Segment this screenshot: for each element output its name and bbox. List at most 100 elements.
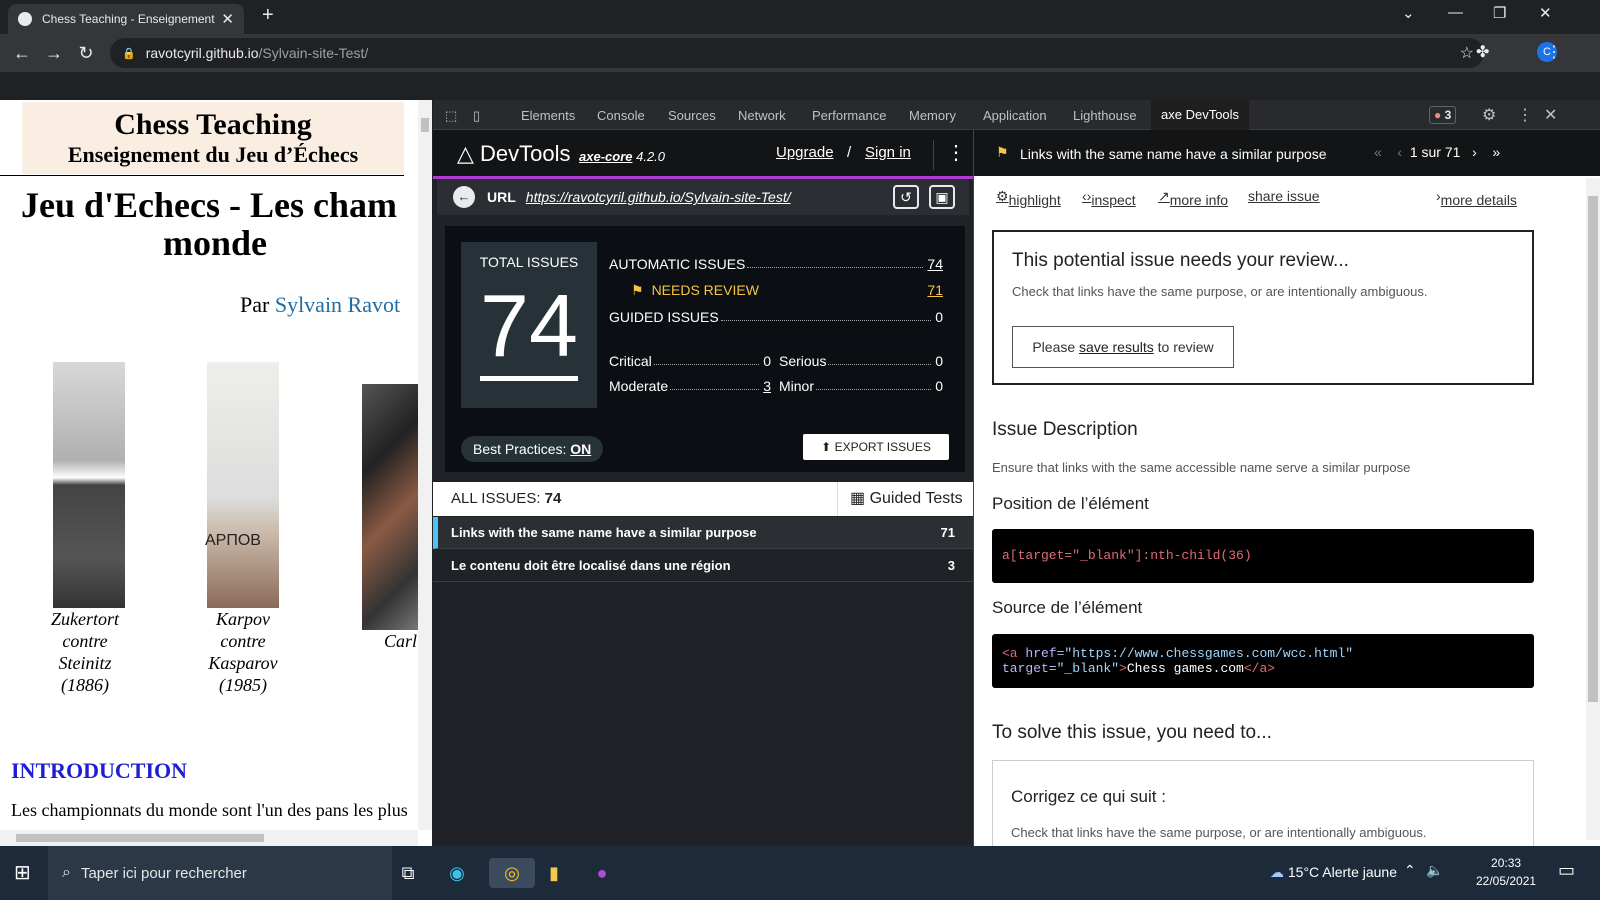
taskbar-clock[interactable]: 20:33 22/05/2021 (1476, 854, 1536, 890)
more-details-toggle[interactable]: › more details (1436, 188, 1517, 208)
scanned-url-link[interactable]: https://ravotcyril.github.io/Sylvain-sit… (526, 189, 791, 205)
author-link[interactable]: Sylvain Ravot (275, 292, 400, 317)
intro-heading: INTRODUCTION (11, 758, 188, 783)
axe-product-name: DevTools (480, 141, 571, 166)
needs-review-row: ⚑ NEEDS REVIEW 71 (631, 282, 943, 299)
scroll-thumb[interactable] (421, 118, 429, 132)
flag-icon: ⚑ (996, 144, 1009, 160)
chrome-menu-icon[interactable]: ⋮ (1546, 42, 1562, 62)
photo-zukertort-steinitz[interactable] (53, 362, 125, 608)
paint-app-icon[interactable]: ● (586, 858, 618, 888)
banner-title: Chess Teaching (114, 108, 312, 141)
author-line: Par Sylvain Ravot (240, 292, 400, 318)
notification-icon[interactable]: ▭ (1558, 860, 1575, 881)
grid-icon: ▦ (850, 490, 866, 507)
photo-karpov-kasparov[interactable]: АРПОВ (205, 362, 279, 608)
scroll-thumb[interactable] (1588, 196, 1598, 702)
close-devtools-icon[interactable]: ✕ (1544, 105, 1557, 125)
volume-icon[interactable]: 🔈 (1426, 862, 1443, 879)
moderate-count[interactable]: 3 (763, 378, 771, 394)
tab-elements[interactable]: Elements (521, 108, 575, 123)
address-bar[interactable]: 🔒 ravotcyril.github.io/Sylvain-site-Test… (110, 38, 1484, 68)
rescan-icon[interactable]: ↺ (893, 185, 919, 209)
scanned-url-row: ← URL https://ravotcyril.github.io/Sylva… (437, 179, 969, 215)
minimize-button[interactable]: — (1448, 4, 1463, 21)
chrome-icon[interactable]: ◎ (489, 858, 535, 888)
issue-detail-pane: ⚑ Links with the same name have a simila… (973, 130, 1600, 850)
source-link-text: Chess games.com (1126, 661, 1244, 676)
tab-network[interactable]: Network (738, 108, 786, 123)
issue-label: Links with the same name have a similar … (451, 525, 757, 540)
save-icon[interactable]: ▣ (929, 185, 955, 209)
task-view-icon[interactable]: ⧉ (392, 858, 424, 888)
sign-in-link[interactable]: Sign in (865, 144, 911, 161)
tab-memory[interactable]: Memory (909, 108, 956, 123)
issues-summary: TOTAL ISSUES 74 AUTOMATIC ISSUES 74 ⚑ NEED… (445, 226, 965, 472)
browser-tab[interactable]: Chess Teaching - Enseignement d ✕ (8, 4, 244, 34)
prev-page-icon[interactable]: ‹ (1397, 144, 1402, 160)
close-tab-icon[interactable]: ✕ (221, 10, 234, 28)
settings-gear-icon[interactable]: ⚙ (1482, 105, 1496, 125)
error-count-badge[interactable]: ● 3 (1429, 106, 1457, 124)
back-button[interactable]: ← (6, 43, 38, 64)
needs-review-count[interactable]: 71 (927, 282, 943, 299)
issue-label: Le contenu doit être localisé dans une r… (451, 558, 731, 573)
axe-core-link[interactable]: axe-core (579, 149, 632, 164)
scroll-thumb[interactable] (16, 834, 264, 842)
page-vertical-scrollbar[interactable] (418, 100, 432, 830)
tab-axe-devtools[interactable]: axe DevTools (1151, 100, 1250, 130)
taskbar-search[interactable]: ⌕ Taper ici pour rechercher (48, 846, 392, 900)
selector-code-block[interactable]: a[target="_blank"]:nth-child(36) (992, 529, 1534, 583)
upgrade-link[interactable]: Upgrade (776, 144, 834, 161)
tab-console[interactable]: Console (597, 108, 645, 123)
inspect-element-icon[interactable]: ⬚ (445, 108, 457, 124)
tab-sources[interactable]: Sources (668, 108, 716, 123)
share-issue-link[interactable]: share issue (1248, 188, 1320, 204)
automatic-issues-count[interactable]: 74 (927, 256, 943, 272)
issue-row[interactable]: Le contenu doit être localisé dans une r… (433, 550, 973, 582)
fix-box: Corrigez ce qui suit : Check that links … (992, 760, 1534, 850)
windows-start-icon[interactable]: ⊞ (14, 860, 31, 885)
best-practices-toggle[interactable]: Best Practices: ON (461, 436, 604, 462)
bookmark-star-icon[interactable]: ☆ (1460, 43, 1474, 63)
page-horizontal-scrollbar[interactable] (0, 830, 418, 846)
tab-search-icon[interactable]: ⌄ (1402, 4, 1415, 22)
back-arrow-icon[interactable]: ← (453, 186, 475, 208)
caption-1: Zukertort contre Steinitz (1886) (50, 609, 119, 695)
export-issues-button[interactable]: ⬆ EXPORT ISSUES (803, 434, 949, 460)
first-page-icon[interactable]: « (1374, 144, 1382, 160)
tab-lighthouse[interactable]: Lighthouse (1073, 108, 1137, 123)
axe-menu-icon[interactable]: ⋮ (933, 140, 966, 170)
extensions-puzzle-icon[interactable]: ✤ (1476, 42, 1489, 62)
tray-chevron-icon[interactable]: ⌃ (1404, 862, 1416, 879)
edge-icon[interactable]: ◉ (441, 858, 473, 888)
file-explorer-icon[interactable]: ▮ (538, 858, 570, 888)
tab-performance[interactable]: Performance (812, 108, 886, 123)
serious-row: Serious 0 (779, 353, 943, 369)
review-text: Check that links have the same purpose, … (1012, 284, 1428, 299)
forward-button[interactable]: → (38, 43, 70, 64)
highlight-button[interactable]: ⚙ highlight (996, 188, 1061, 208)
fix-text: Check that links have the same purpose, … (1011, 825, 1427, 840)
more-info-link[interactable]: ↗ more info (1158, 188, 1228, 208)
tab-application[interactable]: Application (983, 108, 1047, 123)
next-page-icon[interactable]: › (1472, 144, 1477, 160)
devtools-menu-icon[interactable]: ⋮ (1517, 105, 1533, 125)
source-code-block[interactable]: <a href="https://www.chessgames.com/wcc.… (992, 634, 1534, 688)
issue-row[interactable]: Links with the same name have a similar … (433, 517, 973, 549)
weather-widget[interactable]: ☁ 15°C Alerte jaune (1270, 864, 1397, 881)
total-issues-count[interactable]: 74 (480, 276, 578, 381)
close-window-button[interactable]: ✕ (1539, 4, 1552, 22)
inspect-button[interactable]: ‹› inspect (1082, 188, 1136, 208)
new-tab-button[interactable]: + (262, 4, 274, 27)
guided-tests-button[interactable]: ▦ Guided Tests (837, 482, 973, 516)
detail-scrollbar[interactable] (1586, 178, 1600, 840)
critical-row: Critical 0 (609, 353, 771, 369)
restore-button[interactable]: ❐ (1493, 4, 1506, 22)
save-results-link[interactable]: save results (1079, 339, 1154, 355)
device-toolbar-icon[interactable]: ▯ (473, 108, 480, 124)
reload-button[interactable]: ↻ (70, 43, 102, 64)
position-heading: Position de l’élément (992, 494, 1149, 513)
photo-carlsen[interactable] (362, 384, 418, 630)
last-page-icon[interactable]: » (1492, 144, 1500, 160)
